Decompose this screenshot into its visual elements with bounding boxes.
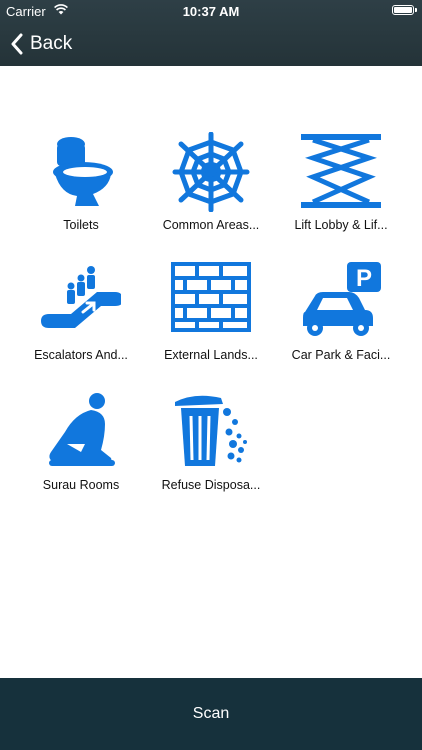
car-park-icon: P <box>303 262 381 336</box>
svg-text:P: P <box>356 265 372 292</box>
category-external-landscape[interactable]: External Lands... <box>146 262 276 382</box>
category-refuse-disposal[interactable]: Refuse Disposa... <box>146 392 276 512</box>
category-common-areas[interactable]: Common Areas... <box>146 132 276 252</box>
escalator-icon <box>41 266 121 328</box>
category-lift-lobby[interactable]: Lift Lobby & Lif... <box>276 132 406 252</box>
category-toilets[interactable]: Toilets <box>16 132 146 252</box>
category-label: Toilets <box>63 218 99 232</box>
spider-web-icon <box>172 132 250 212</box>
brick-wall-icon <box>171 262 251 332</box>
trash-bin-icon <box>175 395 247 466</box>
category-label: Surau Rooms <box>42 478 120 492</box>
status-bar: Carrier 10:37 AM <box>0 0 422 22</box>
category-surau-rooms[interactable]: Surau Rooms <box>16 392 146 512</box>
scan-button[interactable]: Scan <box>0 678 422 750</box>
category-car-park[interactable]: P Car Park & Faci... <box>276 262 406 382</box>
scan-label: Scan <box>192 705 230 722</box>
category-label: Lift Lobby & Lif... <box>294 218 388 232</box>
navigation-bar: Carrier 10:37 AM Back <box>0 0 422 66</box>
category-label: Refuse Disposa... <box>161 478 261 492</box>
category-label: External Lands... <box>164 348 258 362</box>
category-escalators[interactable]: Escalators And... <box>16 262 146 382</box>
prayer-icon <box>49 393 115 466</box>
category-label: Common Areas... <box>162 218 260 232</box>
chevron-left-icon <box>11 33 23 55</box>
battery-icon <box>392 5 417 15</box>
clock: 10:37 AM <box>182 4 240 19</box>
toilet-icon <box>53 137 113 206</box>
category-label: Escalators And... <box>34 348 128 362</box>
scissor-lift-icon <box>301 134 381 208</box>
category-label: Car Park & Faci... <box>291 348 391 362</box>
back-button[interactable]: Back <box>10 29 72 59</box>
back-label: Back <box>30 33 73 54</box>
